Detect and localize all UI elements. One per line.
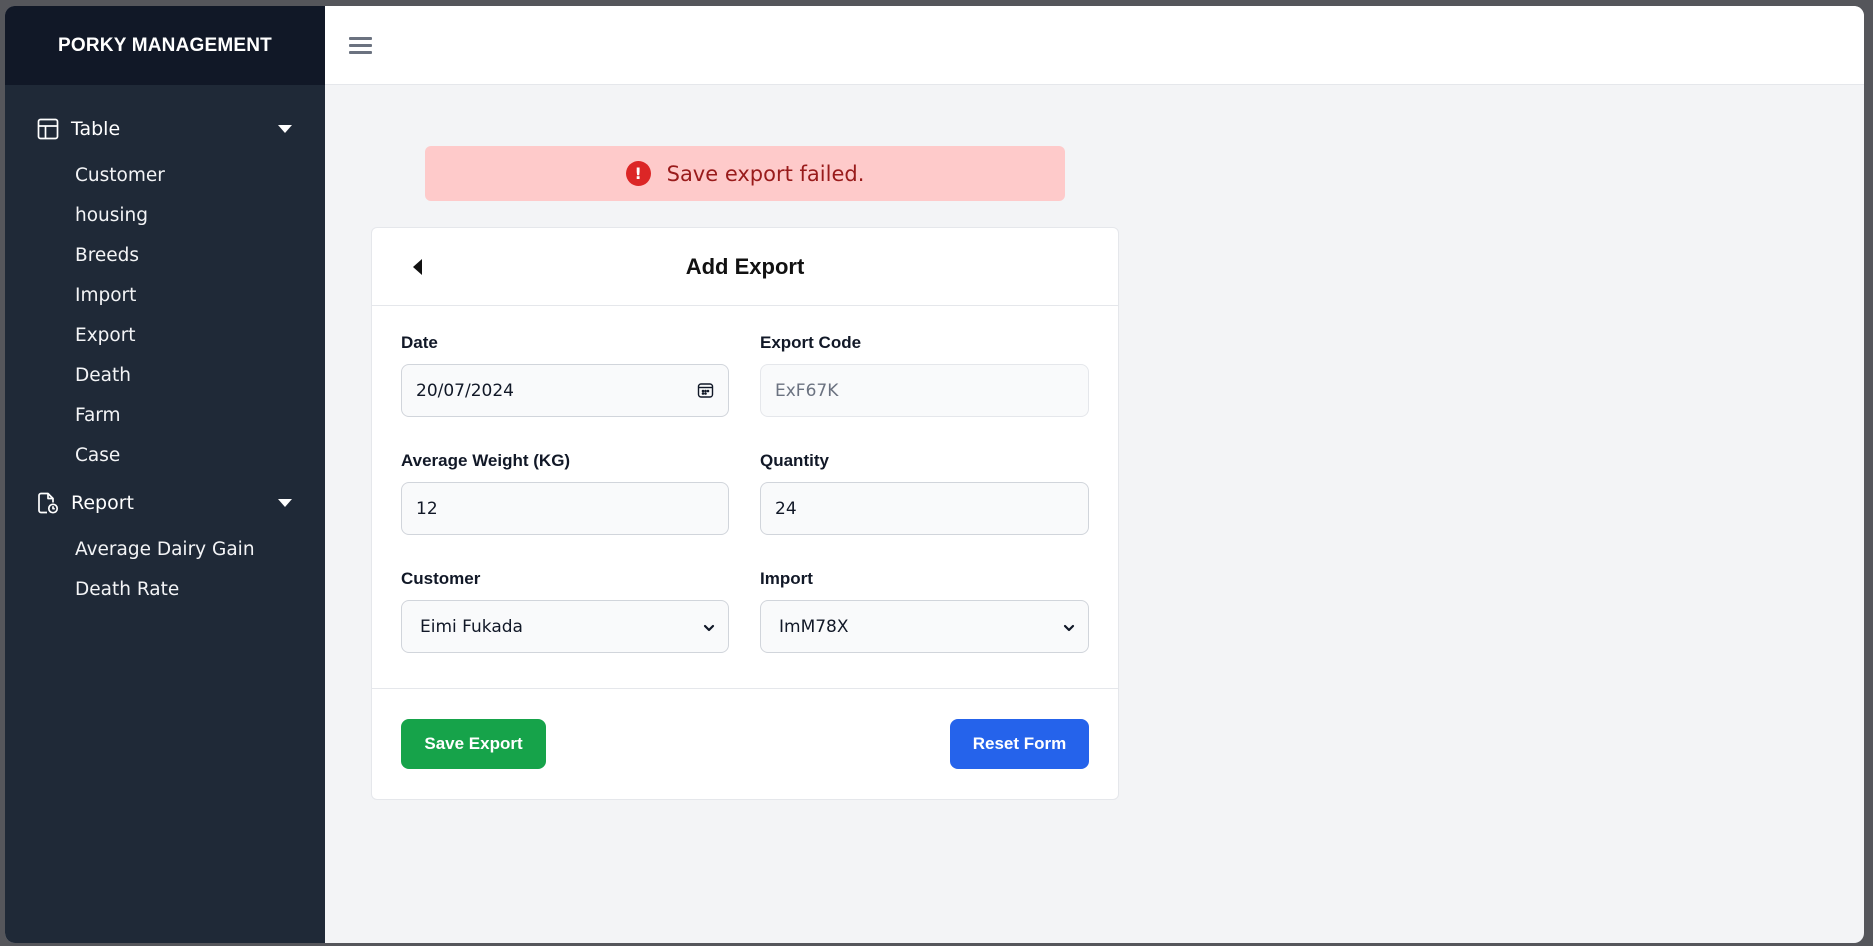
import-label: Import <box>760 569 813 588</box>
table-icon <box>37 118 59 140</box>
import-select[interactable]: ImM78X <box>760 600 1089 653</box>
chevron-down-icon <box>1062 620 1076 634</box>
sidebar-group-toggle-report[interactable]: Report <box>5 483 325 523</box>
sidebar-item-export[interactable]: Export <box>5 315 325 355</box>
quantity-label: Quantity <box>760 451 829 470</box>
sidebar: PORKY MANAGEMENT Table Customer housing … <box>5 6 325 943</box>
quantity-field-group: Quantity 24 <box>760 449 1089 567</box>
customer-label: Customer <box>401 569 481 588</box>
reset-form-button[interactable]: Reset Form <box>950 719 1089 769</box>
import-selected-value: ImM78X <box>779 616 849 637</box>
report-icon <box>37 492 59 514</box>
sidebar-item-breeds[interactable]: Breeds <box>5 235 325 275</box>
quantity-value: 24 <box>775 498 797 519</box>
date-label: Date <box>401 333 438 352</box>
date-value: 20/07/2024 <box>416 380 514 401</box>
sidebar-item-death[interactable]: Death <box>5 355 325 395</box>
import-field-group: Import ImM78X <box>760 567 1089 685</box>
sidebar-item-housing[interactable]: housing <box>5 195 325 235</box>
quantity-input[interactable]: 24 <box>760 482 1089 535</box>
export-code-label: Export Code <box>760 333 862 352</box>
hamburger-line <box>349 44 372 47</box>
average-weight-field-group: Average Weight (KG) 12 <box>401 449 729 567</box>
export-code-value: ExF67K <box>775 380 839 401</box>
sidebar-item-death-rate[interactable]: Death Rate <box>5 569 325 609</box>
sidebar-group-label: Table <box>71 118 121 140</box>
back-button[interactable] <box>410 258 424 276</box>
hamburger-line <box>349 51 372 54</box>
caret-left-icon <box>413 259 422 275</box>
export-code-input: ExF67K <box>760 364 1089 417</box>
card-header: Add Export <box>372 228 1118 306</box>
sidebar-sublist-table: Customer housing Breeds Import Export De… <box>5 149 325 475</box>
exclamation-circle-icon: ! <box>625 161 651 186</box>
customer-selected-value: Eimi Fukada <box>420 616 523 637</box>
hamburger-line <box>349 37 372 40</box>
average-weight-value: 12 <box>416 498 438 519</box>
hamburger-icon[interactable] <box>349 36 372 55</box>
sidebar-item-average-dairy-gain[interactable]: Average Dairy Gain <box>5 529 325 569</box>
brand-title: PORKY MANAGEMENT <box>5 6 325 85</box>
sidebar-group-report: Report Average Dairy Gain Death Rate <box>5 483 325 609</box>
add-export-card: Add Export Date 20/07/2024 Export Code E… <box>371 227 1119 800</box>
caret-down-icon[interactable] <box>278 125 292 133</box>
customer-field-group: Customer Eimi Fukada <box>401 567 729 685</box>
sidebar-item-case[interactable]: Case <box>5 435 325 475</box>
chevron-down-icon <box>702 620 716 634</box>
customer-select[interactable]: Eimi Fukada <box>401 600 729 653</box>
card-footer: Save Export Reset Form <box>372 689 1118 799</box>
error-alert: ! Save export failed. <box>425 146 1065 201</box>
top-header <box>325 6 1864 85</box>
sidebar-group-toggle-table[interactable]: Table <box>5 109 325 149</box>
sidebar-sublist-report: Average Dairy Gain Death Rate <box>5 523 325 609</box>
date-input[interactable]: 20/07/2024 <box>401 364 729 417</box>
export-code-field-group: Export Code ExF67K <box>760 331 1089 449</box>
average-weight-input[interactable]: 12 <box>401 482 729 535</box>
alert-message: Save export failed. <box>666 161 865 186</box>
average-weight-label: Average Weight (KG) <box>401 451 571 470</box>
sidebar-item-customer[interactable]: Customer <box>5 155 325 195</box>
save-export-button[interactable]: Save Export <box>401 719 546 769</box>
sidebar-item-import[interactable]: Import <box>5 275 325 315</box>
sidebar-nav: Table Customer housing Breeds Import Exp… <box>5 85 325 609</box>
app-window: PORKY MANAGEMENT Table Customer housing … <box>5 6 1864 943</box>
caret-down-icon[interactable] <box>278 499 292 507</box>
sidebar-group-table: Table Customer housing Breeds Import Exp… <box>5 109 325 475</box>
sidebar-item-farm[interactable]: Farm <box>5 395 325 435</box>
page-title: Add Export <box>685 253 805 279</box>
form-body: Date 20/07/2024 Export Code ExF67K Avera… <box>372 306 1118 689</box>
date-field-group: Date 20/07/2024 <box>401 331 729 449</box>
calendar-icon[interactable] <box>697 382 714 399</box>
sidebar-group-label: Report <box>71 492 134 514</box>
